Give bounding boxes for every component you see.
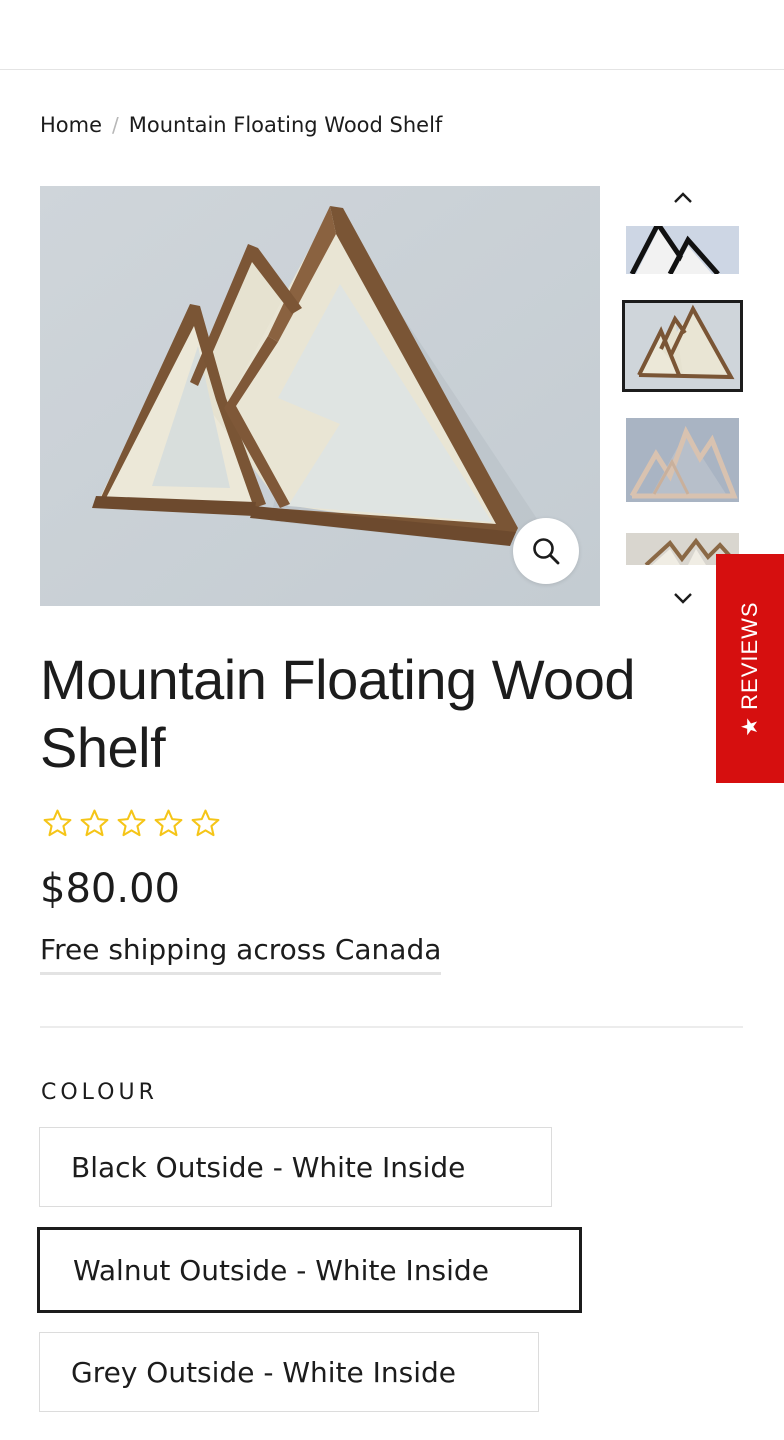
reviews-tab-button[interactable]: ★ REVIEWS: [716, 554, 784, 783]
star-icon: ★: [737, 715, 762, 737]
thumbnail-2[interactable]: [622, 300, 743, 392]
rating-stars[interactable]: [42, 808, 221, 839]
search-icon: [533, 538, 560, 565]
divider: [40, 1026, 743, 1028]
thumbnail-1[interactable]: [626, 226, 739, 274]
breadcrumb-home-link[interactable]: Home: [40, 113, 102, 137]
star-outline-icon: [43, 809, 72, 837]
chevron-down-icon: [674, 593, 692, 604]
colour-option-grey[interactable]: Grey Outside - White Inside: [39, 1332, 539, 1412]
shipping-info-link[interactable]: Free shipping across Canada: [40, 932, 442, 975]
zoom-button[interactable]: [513, 518, 579, 584]
colour-option-label: COLOUR: [41, 1080, 158, 1105]
colour-option-black[interactable]: Black Outside - White Inside: [39, 1127, 552, 1207]
chevron-up-icon: [674, 192, 692, 203]
thumbnail-scroll-up-button[interactable]: [662, 183, 704, 213]
breadcrumb: Home / Mountain Floating Wood Shelf: [40, 113, 442, 137]
thumbnail-scroll-down-button[interactable]: [662, 583, 704, 613]
header-bar: [0, 0, 784, 70]
breadcrumb-separator: /: [112, 113, 119, 137]
thumbnail-3[interactable]: [626, 418, 739, 502]
star-outline-icon: [154, 809, 183, 837]
star-outline-icon: [117, 809, 146, 837]
star-outline-icon: [80, 809, 109, 837]
product-price: $80.00: [40, 866, 180, 912]
star-outline-icon: [191, 809, 220, 837]
product-title: Mountain Floating Wood Shelf: [40, 648, 636, 779]
colour-option-walnut[interactable]: Walnut Outside - White Inside: [37, 1227, 582, 1313]
product-main-image[interactable]: [40, 186, 600, 606]
reviews-tab-label: REVIEWS: [737, 600, 762, 710]
breadcrumb-current: Mountain Floating Wood Shelf: [128, 113, 443, 137]
